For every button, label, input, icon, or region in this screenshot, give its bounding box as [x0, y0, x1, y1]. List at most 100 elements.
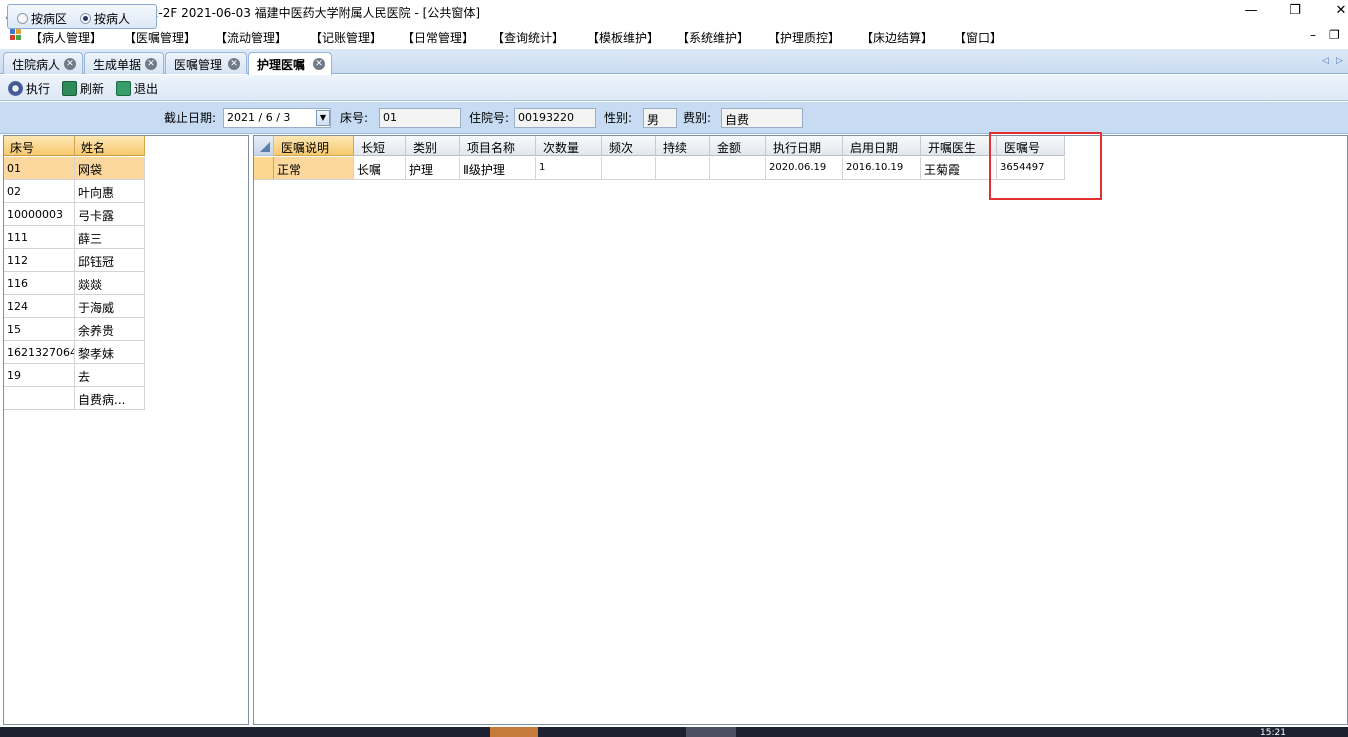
- patient-name-cell[interactable]: 余养贵: [75, 318, 145, 341]
- patient-bed-cell[interactable]: 111: [4, 226, 75, 249]
- minimize-button[interactable]: —: [1228, 0, 1274, 24]
- tab-inpatients[interactable]: 住院病人 ✕: [3, 52, 83, 74]
- taskbar-app-icon[interactable]: [686, 727, 736, 737]
- toolbar: 执行 刷新 退出: [0, 75, 1348, 101]
- menu-order-management[interactable]: 【医嘱管理】: [124, 29, 196, 46]
- fee-type-field[interactable]: 自费: [721, 108, 803, 128]
- patient-bed-cell[interactable]: 02: [4, 180, 75, 203]
- exit-button[interactable]: 退出: [116, 80, 158, 96]
- menu-billing-management[interactable]: 【记账管理】: [310, 29, 382, 46]
- close-icon[interactable]: ✕: [313, 58, 325, 70]
- radio-by-patient[interactable]: 按病人: [80, 10, 130, 27]
- highlight-annotation: [989, 132, 1102, 200]
- refresh-button[interactable]: 刷新: [62, 80, 104, 96]
- menu-template-maintenance[interactable]: 【模板维护】: [587, 29, 659, 46]
- menu-query-statistics[interactable]: 【查询统计】: [492, 29, 564, 46]
- frequency-cell[interactable]: [602, 157, 656, 180]
- patient-bed-cell[interactable]: 15: [4, 318, 75, 341]
- long-short-cell[interactable]: 长嘱: [354, 157, 406, 180]
- patient-name-cell[interactable]: 叶向惠: [75, 180, 145, 203]
- radio-dot-selected: [80, 13, 91, 24]
- patient-bed-cell[interactable]: 116: [4, 272, 75, 295]
- column-header-long-short[interactable]: 长短: [354, 136, 406, 156]
- tab-scroll-left-icon[interactable]: ◁: [1322, 56, 1329, 66]
- patient-name-cell[interactable]: 于海威: [75, 295, 145, 318]
- patient-list-grid: 床号 姓名 01 网袋 02 叶向惠 10000003 弓卡露 111 薛三 112 邱钰冠 116…: [3, 135, 249, 725]
- column-header-name[interactable]: 姓名: [75, 136, 145, 156]
- taskbar: [0, 727, 1348, 737]
- column-header-exec-date[interactable]: 执行日期: [766, 136, 843, 156]
- chevron-down-icon[interactable]: ▼: [316, 110, 330, 126]
- column-header-item-name[interactable]: 项目名称: [460, 136, 536, 156]
- mdi-minimize-button[interactable]: –: [1310, 28, 1316, 42]
- gear-icon: [8, 81, 23, 96]
- menu-system-maintenance[interactable]: 【系统维护】: [677, 29, 749, 46]
- menu-daily-management[interactable]: 【日常管理】: [402, 29, 474, 46]
- tab-label: 医嘱管理: [174, 58, 223, 72]
- close-button[interactable]: ✕: [1318, 0, 1348, 24]
- item-name-cell[interactable]: Ⅱ级护理: [460, 157, 536, 180]
- column-header-quantity[interactable]: 次数量: [536, 136, 602, 156]
- quantity-cell[interactable]: 1: [536, 157, 602, 180]
- fee-type-label: 费别:: [683, 111, 712, 125]
- row-header[interactable]: [254, 157, 274, 180]
- patient-name-cell[interactable]: 弓卡露: [75, 203, 145, 226]
- column-header-duration[interactable]: 持续: [656, 136, 710, 156]
- patient-name-cell[interactable]: 网袋: [75, 157, 145, 180]
- patient-bed-cell[interactable]: 124: [4, 295, 75, 318]
- exec-date-cell[interactable]: 2020.06.19: [766, 157, 843, 180]
- patient-bed-cell[interactable]: 01: [4, 157, 75, 180]
- exit-label: 退出: [134, 82, 159, 96]
- radio-by-patient-label: 按病人: [94, 12, 131, 26]
- column-header-category[interactable]: 类别: [406, 136, 460, 156]
- menu-patient-management[interactable]: 【病人管理】: [30, 29, 102, 46]
- patient-name-cell[interactable]: 自费病...: [75, 387, 145, 410]
- tab-nursing-orders[interactable]: 护理医嘱 ✕: [248, 52, 332, 75]
- patient-name-cell[interactable]: 邱钰冠: [75, 249, 145, 272]
- column-header-doctor[interactable]: 开嘱医生: [921, 136, 997, 156]
- gender-label: 性别:: [604, 111, 633, 125]
- tab-scroll-right-icon[interactable]: ▷: [1336, 56, 1343, 66]
- column-header-bed[interactable]: 床号: [4, 136, 75, 156]
- menu-flow-management[interactable]: 【流动管理】: [215, 29, 287, 46]
- close-icon[interactable]: ✕: [145, 58, 157, 70]
- column-header-frequency[interactable]: 频次: [602, 136, 656, 156]
- patient-bed-cell[interactable]: 10000003: [4, 203, 75, 226]
- bed-label: 床号:: [340, 111, 369, 125]
- cutoff-date-picker[interactable]: 2021 / 6 / 3: [223, 108, 331, 128]
- column-header-amount[interactable]: 金额: [710, 136, 766, 156]
- filter-mode-group: 按病区 按病人: [7, 4, 157, 29]
- patient-name-cell[interactable]: 黎孝妹: [75, 341, 145, 364]
- patient-name-cell[interactable]: 薛三: [75, 226, 145, 249]
- close-icon[interactable]: ✕: [64, 58, 76, 70]
- tab-generate-documents[interactable]: 生成单据 ✕: [84, 52, 164, 74]
- column-header-order-note[interactable]: 医嘱说明: [274, 136, 354, 156]
- patient-name-cell[interactable]: 去: [75, 364, 145, 387]
- menu-window[interactable]: 【窗口】: [954, 29, 1002, 46]
- select-all-corner[interactable]: [254, 136, 274, 156]
- patient-bed-cell[interactable]: 112: [4, 249, 75, 272]
- amount-cell[interactable]: [710, 157, 766, 180]
- bed-field[interactable]: 01: [379, 108, 461, 128]
- menu-nursing-quality[interactable]: 【护理质控】: [768, 29, 840, 46]
- category-cell[interactable]: 护理: [406, 157, 460, 180]
- admission-number-field[interactable]: 00193220: [514, 108, 596, 128]
- patient-bed-cell[interactable]: [4, 387, 75, 410]
- tab-order-management[interactable]: 医嘱管理 ✕: [165, 52, 247, 74]
- patient-name-cell[interactable]: 燚燚: [75, 272, 145, 295]
- close-icon[interactable]: ✕: [228, 58, 240, 70]
- menu-bedside-settlement[interactable]: 【床边结算】: [861, 29, 933, 46]
- start-date-cell[interactable]: 2016.10.19: [843, 157, 921, 180]
- patient-bed-cell[interactable]: 1621327064: [4, 341, 75, 364]
- taskbar-app-icon[interactable]: [490, 727, 538, 737]
- restore-button[interactable]: ❐: [1272, 0, 1318, 24]
- duration-cell[interactable]: [656, 157, 710, 180]
- execute-button[interactable]: 执行: [8, 80, 50, 96]
- doctor-cell[interactable]: 王菊霞: [921, 157, 997, 180]
- patient-bed-cell[interactable]: 19: [4, 364, 75, 387]
- mdi-restore-button[interactable]: ❐: [1329, 28, 1340, 42]
- radio-by-ward[interactable]: 按病区: [17, 10, 67, 27]
- order-note-cell[interactable]: 正常: [274, 157, 354, 180]
- column-header-start-date[interactable]: 启用日期: [843, 136, 921, 156]
- gender-field[interactable]: 男: [643, 108, 677, 128]
